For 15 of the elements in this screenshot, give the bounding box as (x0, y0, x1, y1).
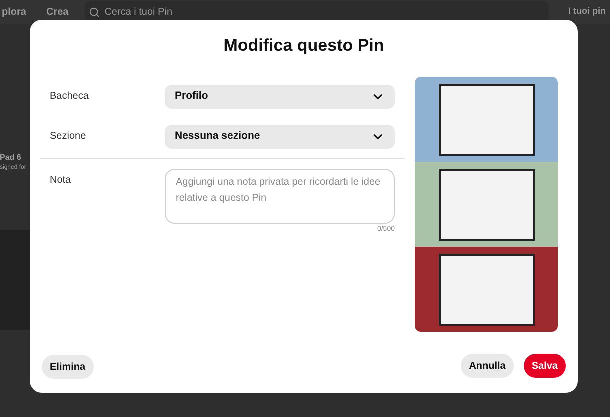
card-text: Pad 6 (0, 152, 22, 164)
nav-link[interactable]: plora (2, 4, 26, 20)
board-dropdown[interactable]: Profilo (165, 85, 395, 109)
nav-link[interactable]: Crea (46, 4, 69, 20)
action-button[interactable]: Annulla (461, 354, 514, 378)
action-button[interactable]: Salva (524, 354, 566, 378)
field-label: Nota (49, 174, 72, 188)
action-button[interactable]: Elimina (42, 355, 94, 379)
note-field[interactable]: Aggiungi una nota privata per ricordarti le idee relative a questo Pin (165, 169, 395, 224)
field-label: Sezione (49, 130, 88, 144)
board-dropdown[interactable]: Nessuna sezione (165, 125, 395, 149)
field-label: Bacheca (49, 90, 90, 104)
search-icon (88, 6, 100, 18)
dialog-title: Modifica questo Pin (222, 36, 386, 56)
account-menu[interactable]: I tuoi pin (568, 5, 606, 19)
